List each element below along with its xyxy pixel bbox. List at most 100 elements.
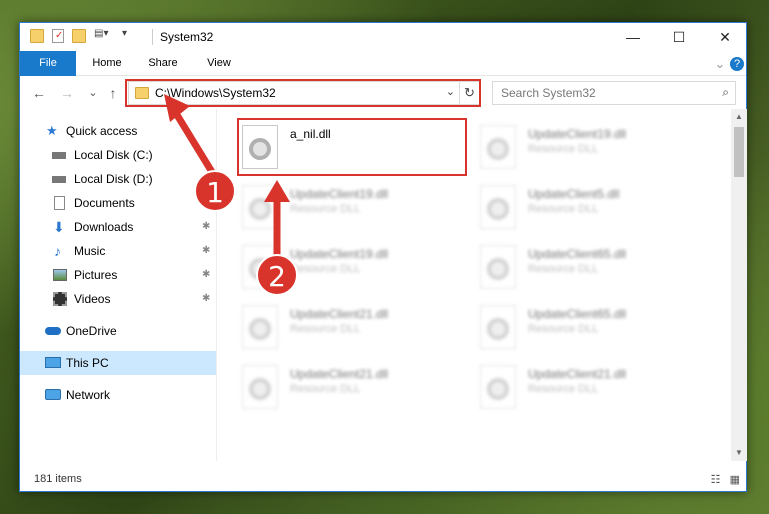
window-title: System32 [160, 30, 214, 44]
forward-button[interactable]: → [58, 83, 76, 103]
computer-icon [45, 357, 61, 368]
arrow-to-address-bar [164, 94, 215, 174]
details-view-icon[interactable]: ☷ [711, 474, 721, 486]
videos-icon [53, 292, 67, 306]
file-item[interactable]: UpdateClient19.dll Resource DLL [458, 117, 688, 177]
file-type: Resource DLL [528, 263, 599, 275]
pictures-icon [53, 269, 67, 281]
file-name: UpdateClient19.dll [290, 187, 389, 201]
up-button[interactable]: ↑ [104, 83, 122, 103]
scroll-thumb[interactable] [734, 127, 744, 177]
scroll-down-icon[interactable]: ▼ [731, 445, 747, 461]
file-type: Resource DLL [528, 203, 599, 215]
file-type: Resource DLL [528, 143, 599, 155]
pin-icon[interactable]: ✱ [202, 287, 210, 311]
ribbon-tabs: File Home Share View ⌄ ? [20, 51, 746, 76]
pin-icon[interactable]: ✱ [202, 263, 210, 287]
download-icon: ⬇ [53, 219, 65, 235]
view-toggle[interactable]: ☷ ▦ [711, 473, 740, 486]
file-name: UpdateClient19.dll [290, 247, 389, 261]
dll-file-icon [242, 365, 278, 409]
file-item[interactable]: UpdateClient21.dll Resource DLL [220, 357, 450, 417]
file-item[interactable]: UpdateClient21.dll Resource DLL [220, 297, 450, 357]
back-button[interactable]: ← [30, 83, 48, 103]
help-button[interactable]: ? [730, 57, 744, 71]
search-input[interactable]: Search System32 [501, 86, 596, 100]
file-name: UpdateClient21.dll [528, 367, 627, 381]
gear-icon [487, 138, 509, 160]
file-name: UpdateClient21.dll [290, 367, 389, 381]
file-name: UpdateClient19.dll [528, 127, 627, 141]
customize-toolbar-icon[interactable]: ▤▾ [94, 28, 108, 42]
dll-file-icon [242, 305, 278, 349]
step-1-marker: 1 [194, 170, 236, 212]
music-icon: ♪ [54, 243, 61, 259]
status-bar: 181 items ☷ ▦ [20, 469, 746, 491]
gear-icon [249, 378, 271, 400]
sidebar-item-onedrive[interactable]: OneDrive [20, 319, 216, 343]
file-type: Resource DLL [528, 323, 599, 335]
network-icon [45, 389, 61, 400]
properties-icon[interactable]: ✓ [52, 29, 64, 43]
dll-file-icon [480, 305, 516, 349]
sidebar-item-documents[interactable]: Documents ✱ [20, 191, 216, 215]
sidebar-item-network[interactable]: Network [20, 383, 216, 407]
close-button[interactable]: ✕ [702, 23, 748, 51]
scroll-up-icon[interactable]: ▲ [731, 109, 747, 125]
pin-icon[interactable]: ✱ [202, 215, 210, 239]
file-name: UpdateClient21.dll [290, 307, 389, 321]
file-item[interactable]: UpdateClient19.dll Resource DLL [220, 177, 450, 237]
gear-icon [487, 198, 509, 220]
file-item[interactable]: UpdateClient5.dll Resource DLL [458, 177, 688, 237]
sidebar-item-this-pc[interactable]: This PC [20, 351, 216, 375]
file-item[interactable]: UpdateClient19.dll Resource DLL [220, 237, 450, 297]
tab-file[interactable]: File [20, 51, 76, 76]
sidebar-item-videos[interactable]: Videos ✱ [20, 287, 216, 311]
large-icons-view-icon[interactable]: ▦ [730, 474, 740, 486]
drive-icon [52, 176, 66, 183]
search-box[interactable]: Search System32 ⌕ [492, 81, 736, 105]
dll-file-icon [480, 365, 516, 409]
file-item[interactable]: UpdateClient65.dll Resource DLL [458, 297, 688, 357]
dll-file-icon [480, 185, 516, 229]
onedrive-icon [45, 327, 61, 335]
new-folder-icon[interactable] [72, 29, 86, 43]
step-2-marker: 2 [256, 254, 298, 296]
dll-file-icon [480, 125, 516, 169]
sidebar-item-pictures[interactable]: Pictures ✱ [20, 263, 216, 287]
file-name: UpdateClient65.dll [528, 247, 627, 261]
tab-share[interactable]: Share [138, 51, 188, 76]
file-type: Resource DLL [290, 203, 361, 215]
item-count: 181 items [34, 473, 82, 485]
search-icon[interactable]: ⌕ [722, 85, 729, 100]
tab-view[interactable]: View [194, 51, 244, 76]
maximize-button[interactable]: ☐ [656, 23, 702, 51]
file-item[interactable]: UpdateClient21.dll Resource DLL [458, 357, 688, 417]
dll-file-icon [480, 245, 516, 289]
pin-icon[interactable]: ✱ [202, 239, 210, 263]
sidebar-item-music[interactable]: ♪ Music ✱ [20, 239, 216, 263]
drive-icon [52, 152, 66, 159]
file-name: UpdateClient5.dll [528, 187, 620, 201]
title-separator [152, 29, 153, 45]
vertical-scrollbar[interactable]: ▲ ▼ [731, 109, 747, 461]
gear-icon [487, 378, 509, 400]
sidebar-item-downloads[interactable]: ⬇ Downloads ✱ [20, 215, 216, 239]
file-name: UpdateClient65.dll [528, 307, 627, 321]
chevron-down-icon[interactable]: ▾ [122, 28, 136, 42]
file-type: Resource DLL [528, 383, 599, 395]
tab-home[interactable]: Home [82, 51, 132, 76]
gear-icon [487, 258, 509, 280]
folder-icon[interactable] [30, 29, 44, 43]
gear-icon [487, 318, 509, 340]
file-item[interactable]: UpdateClient65.dll Resource DLL [458, 237, 688, 297]
documents-icon [54, 196, 65, 210]
file-type: Resource DLL [290, 383, 361, 395]
chevron-down-icon[interactable]: ⌄ [712, 51, 728, 76]
recent-locations-button[interactable]: ⌄ [84, 83, 102, 103]
title-bar: ✓ ▤▾ ▾ System32 — ☐ ✕ [20, 23, 746, 51]
star-icon: ★ [46, 123, 58, 138]
file-highlight [237, 118, 467, 176]
minimize-button[interactable]: — [610, 23, 656, 51]
gear-icon [249, 318, 271, 340]
